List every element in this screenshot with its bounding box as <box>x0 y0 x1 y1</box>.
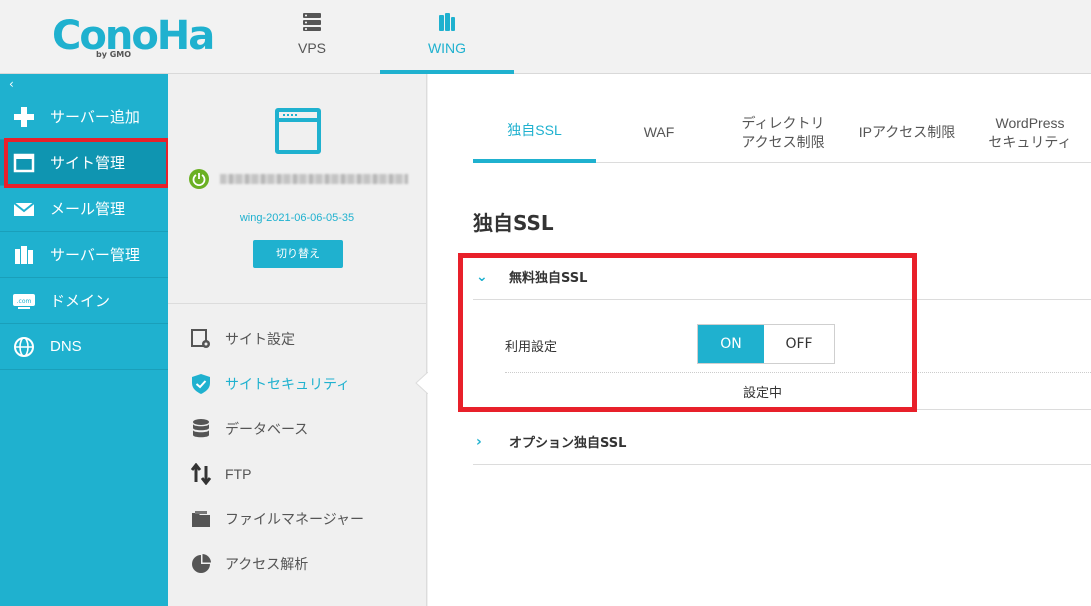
site-window-icon <box>275 108 321 154</box>
site-menu-item-database[interactable]: データベース <box>168 406 427 451</box>
site-menu-item-file-manager[interactable]: ファイルマネージャー <box>168 496 427 541</box>
option-ssl-header[interactable]: › オプション独自SSL <box>473 419 1091 465</box>
site-menu-item-ftp[interactable]: FTP <box>168 451 427 496</box>
chevron-right-icon: › <box>476 433 482 450</box>
switch-site-button[interactable]: 切り替え <box>253 240 343 268</box>
transfer-icon <box>190 462 212 485</box>
sidebar-item-server-management[interactable]: サーバー管理 <box>0 232 168 278</box>
site-menu-label: サイトセキュリティ <box>225 375 351 392</box>
tab-vps[interactable]: VPS <box>245 0 379 74</box>
sidebar-item-dns[interactable]: DNS <box>0 324 168 370</box>
logo-sub: by GMO <box>96 50 132 59</box>
mail-icon <box>12 197 36 221</box>
logo-text: ConoHa <box>52 13 215 59</box>
sidebar-item-label: サイト管理 <box>50 155 126 172</box>
top-header: ConoHa by GMO VPS WING <box>0 0 1091 74</box>
highlight-box <box>458 253 917 412</box>
sidebar-item-label: ドメイン <box>50 293 111 310</box>
site-settings-icon <box>190 328 212 350</box>
sidebar-item-domain[interactable]: .com ドメイン <box>0 278 168 324</box>
tab-wing-label: WING <box>427 40 467 56</box>
site-panel: wing-2021-06-06-05-35 切り替え サイト設定 サイトセキュリ… <box>168 74 429 606</box>
power-icon <box>189 169 209 189</box>
tab-waf[interactable]: WAF <box>597 102 721 163</box>
site-menu-label: アクセス解析 <box>225 555 309 572</box>
sidebar-collapse-button[interactable]: ‹ <box>0 74 168 94</box>
database-icon <box>190 418 212 440</box>
svg-text:.com: .com <box>17 298 32 305</box>
site-menu: サイト設定 サイトセキュリティ データベース FTP ファイルマネージャー アク… <box>168 316 429 586</box>
tab-wing[interactable]: WING <box>380 0 514 74</box>
site-summary: wing-2021-06-06-05-35 切り替え <box>168 74 426 304</box>
server-icon <box>303 13 321 31</box>
site-menu-label: サイト設定 <box>225 330 295 347</box>
sidebar-item-label: メール管理 <box>50 201 126 218</box>
sidebar-item-site-management[interactable]: サイト管理 <box>0 138 170 188</box>
server-manage-icon <box>12 243 36 267</box>
site-menu-item-site-settings[interactable]: サイト設定 <box>168 316 427 361</box>
sidebar: ‹ サーバー追加 サイト管理 メール管理 サーバー管理 .com ドメイン DN… <box>0 74 170 606</box>
option-ssl-panel: › オプション独自SSL <box>473 419 1091 465</box>
sidebar-item-mail-management[interactable]: メール管理 <box>0 186 168 232</box>
shield-icon <box>190 373 212 395</box>
security-tabs: 独自SSL WAF ディレクトリ アクセス制限 IPアクセス制限 WordPre… <box>473 102 1091 163</box>
sidebar-item-label: サーバー管理 <box>50 247 140 264</box>
option-ssl-title: オプション独自SSL <box>509 436 627 451</box>
folder-icon <box>190 508 212 530</box>
tab-directory-access[interactable]: ディレクトリ アクセス制限 <box>721 102 845 163</box>
tab-wordpress-security[interactable]: WordPress セキュリティ <box>969 102 1091 163</box>
active-pointer-icon <box>415 372 429 394</box>
pie-chart-icon <box>190 553 212 575</box>
site-name: wing-2021-06-06-05-35 <box>239 212 355 224</box>
sidebar-item-label: サーバー追加 <box>50 109 140 126</box>
tab-ssl[interactable]: 独自SSL <box>473 102 596 163</box>
sidebar-item-label: DNS <box>50 338 82 355</box>
plus-icon <box>12 105 36 129</box>
tab-vps-label: VPS <box>297 40 326 56</box>
conoha-logo[interactable]: ConoHa by GMO <box>52 12 215 60</box>
domain-icon: .com <box>12 289 36 313</box>
wing-icon <box>439 13 455 31</box>
site-menu-item-site-security[interactable]: サイトセキュリティ <box>168 361 429 406</box>
section-title: 独自SSL <box>473 211 554 235</box>
site-menu-label: ファイルマネージャー <box>225 510 365 527</box>
site-menu-label: データベース <box>225 420 309 437</box>
site-menu-label: FTP <box>225 465 252 482</box>
window-icon <box>12 151 36 175</box>
globe-icon <box>12 335 36 359</box>
site-domain-blurred <box>220 174 408 184</box>
sidebar-item-add-server[interactable]: サーバー追加 <box>0 94 168 140</box>
site-menu-item-access-analytics[interactable]: アクセス解析 <box>168 541 427 586</box>
tab-ip-access[interactable]: IPアクセス制限 <box>845 102 969 163</box>
